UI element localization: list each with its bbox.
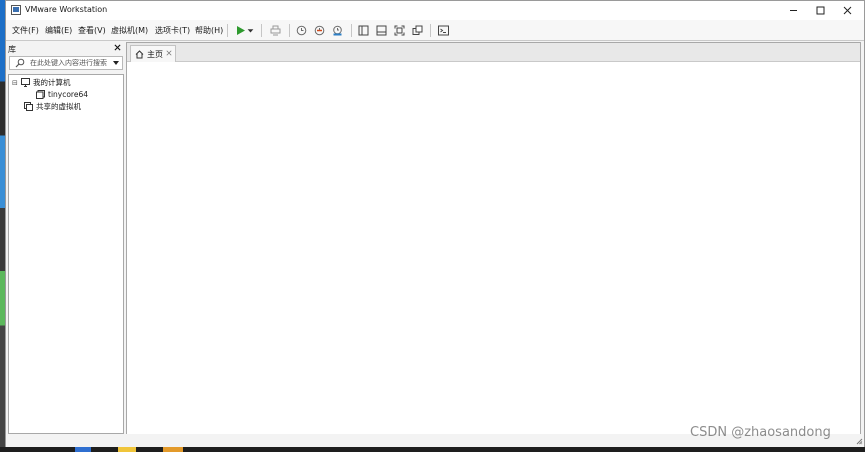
library-search-input[interactable] — [30, 58, 110, 68]
toolbar-separator — [351, 24, 352, 37]
maximize-icon — [816, 6, 824, 15]
library-panel: 库 ⊟ 我的计算机 tinycore64 — [6, 42, 124, 434]
maximize-button[interactable] — [806, 1, 834, 20]
computer-icon — [21, 78, 30, 87]
toolbar-separator — [227, 24, 228, 37]
tree-item-vm[interactable]: tinycore64 — [36, 89, 88, 100]
vm-icon — [36, 90, 45, 99]
tree-item-label: 我的计算机 — [33, 78, 71, 87]
unity-button[interactable] — [410, 23, 424, 37]
vmware-app-icon — [11, 5, 21, 15]
snapshot-manager-button[interactable] — [330, 23, 344, 37]
library-title: 库 — [8, 45, 16, 54]
menu-vm[interactable]: 虚拟机(M) — [111, 25, 148, 36]
console-view-icon — [437, 25, 449, 35]
close-icon — [166, 50, 172, 56]
revert-snapshot-button[interactable] — [312, 23, 326, 37]
play-icon — [236, 25, 245, 35]
tree-item-shared-vms[interactable]: 共享的虚拟机 — [24, 101, 81, 112]
tab-close-button[interactable] — [166, 49, 172, 58]
unity-icon — [412, 25, 422, 35]
close-icon — [114, 44, 121, 51]
tab-strip: 主页 — [127, 43, 860, 62]
tree-item-my-computer[interactable]: ⊟ 我的计算机 — [12, 77, 71, 88]
library-search-box[interactable] — [9, 56, 123, 70]
taskbar-icon[interactable] — [163, 447, 183, 452]
taskbar-icon[interactable] — [118, 447, 136, 452]
snapshot-manager-icon — [332, 25, 342, 35]
tab-home[interactable]: 主页 — [130, 45, 176, 62]
toolbar-separator — [430, 24, 431, 37]
send-ctrl-alt-del-icon — [270, 25, 280, 35]
minimize-icon — [789, 10, 797, 11]
close-button[interactable] — [833, 1, 861, 20]
menu-view[interactable]: 查看(V) — [78, 25, 106, 36]
thumbnail-bar-button[interactable] — [374, 23, 388, 37]
search-icon — [15, 58, 25, 68]
tree-item-label: tinycore64 — [48, 90, 89, 99]
close-icon — [843, 6, 851, 15]
taskbar-icon[interactable] — [75, 447, 91, 452]
home-icon — [135, 49, 144, 58]
thumbnail-bar-icon — [376, 25, 386, 35]
menu-file[interactable]: 文件(F) — [12, 25, 39, 36]
vmware-window: VMware Workstation 文件(F) 编辑(E) 查看(V) 虚拟机… — [5, 0, 865, 447]
menu-toolbar: 文件(F) 编辑(E) 查看(V) 虚拟机(M) 选项卡(T) 帮助(H) — [6, 20, 864, 41]
search-dropdown-icon[interactable] — [113, 61, 119, 65]
tree-item-label: 共享的虚拟机 — [36, 102, 81, 111]
send-ctrl-alt-del-button[interactable] — [268, 23, 282, 37]
menu-edit[interactable]: 编辑(E) — [45, 25, 72, 36]
toolbar-separator — [261, 24, 262, 37]
collapse-icon[interactable]: ⊟ — [12, 79, 21, 87]
tab-label: 主页 — [147, 49, 163, 59]
toolbar-separator — [289, 24, 290, 37]
watermark-text: CSDN @zhaosandong — [690, 425, 831, 440]
shared-vm-icon — [24, 102, 33, 111]
menu-tabs[interactable]: 选项卡(T) — [155, 25, 190, 36]
library-tree: ⊟ 我的计算机 tinycore64 共享的虚拟机 — [8, 74, 124, 434]
window-title: VMware Workstation — [25, 5, 108, 14]
console-view-button[interactable] — [436, 23, 450, 37]
revert-snapshot-icon — [314, 25, 324, 35]
power-on-button[interactable] — [233, 23, 247, 37]
dropdown-arrow-icon — [247, 28, 254, 33]
library-close-button[interactable] — [114, 44, 121, 54]
full-screen-button[interactable] — [392, 23, 406, 37]
snapshot-icon — [296, 25, 306, 35]
snapshot-button[interactable] — [294, 23, 308, 37]
show-library-icon — [358, 25, 368, 35]
power-dropdown-button[interactable] — [246, 23, 255, 37]
resize-grip-icon[interactable] — [855, 437, 863, 445]
minimize-button[interactable] — [779, 1, 807, 20]
menu-help[interactable]: 帮助(H) — [195, 25, 223, 36]
full-screen-icon — [394, 25, 404, 35]
show-library-button[interactable] — [356, 23, 370, 37]
title-bar: VMware Workstation — [6, 1, 864, 20]
main-content-area: 主页 — [126, 42, 861, 435]
